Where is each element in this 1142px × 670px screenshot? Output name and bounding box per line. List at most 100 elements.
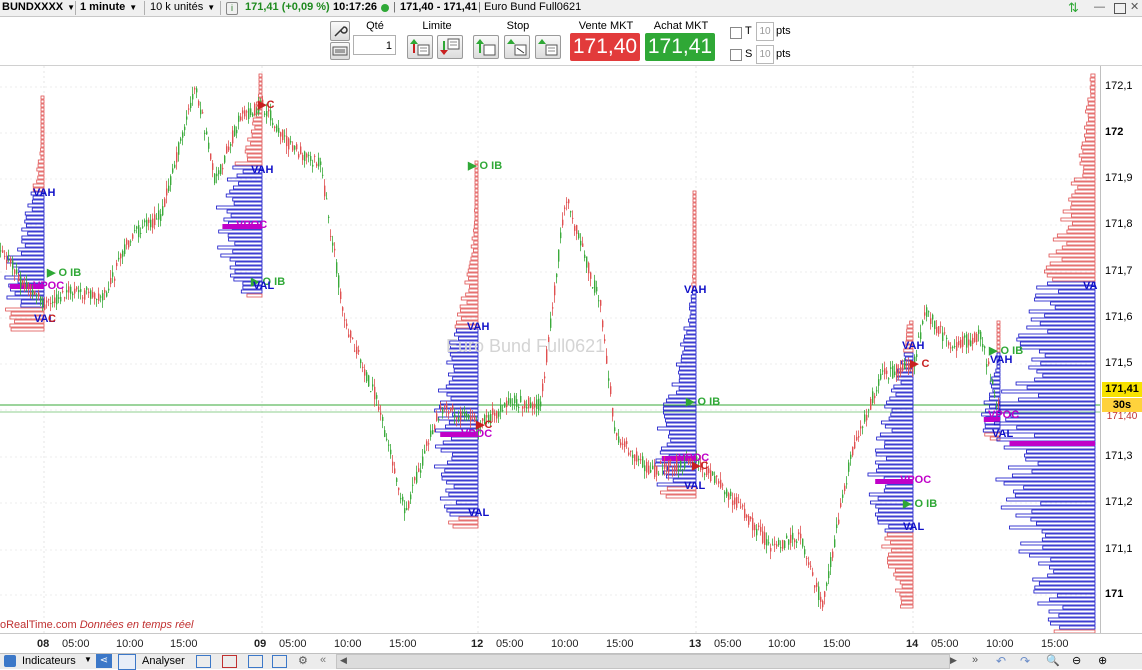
profile-bar xyxy=(438,388,479,393)
candle-body xyxy=(648,465,650,474)
maximize-icon[interactable] xyxy=(1114,3,1126,14)
chevron-down-icon[interactable]: ▼ xyxy=(84,655,92,664)
profile-bar xyxy=(875,460,914,465)
scroll-left-icon[interactable]: ◀ xyxy=(340,655,347,666)
instrument-selector[interactable]: BUNDXXXX ▼ xyxy=(2,0,75,16)
quantity-input[interactable]: 1 xyxy=(353,35,396,55)
target-input[interactable]: 10 xyxy=(756,22,774,41)
report-icon[interactable] xyxy=(222,655,237,668)
minimize-icon[interactable]: — xyxy=(1094,0,1105,16)
redo-icon[interactable]: ↷ xyxy=(1020,654,1030,668)
profile-bar xyxy=(474,172,479,177)
share-icon[interactable]: ⋖ xyxy=(96,654,112,668)
candle-body xyxy=(510,398,512,404)
profile-bar xyxy=(1050,621,1096,626)
x-tick-label: 15:00 xyxy=(170,638,198,650)
stop-buy-button[interactable] xyxy=(473,35,499,59)
candle-body xyxy=(776,544,778,547)
profile-bar xyxy=(469,260,479,265)
candle-body xyxy=(434,425,436,430)
table-icon[interactable] xyxy=(196,655,211,668)
candle-body xyxy=(100,296,102,298)
scroll-end-icon[interactable]: » xyxy=(972,654,978,666)
profile-bar xyxy=(893,572,914,577)
profile-bar xyxy=(665,422,697,427)
limit-buy-button[interactable] xyxy=(407,35,433,59)
profile-bar xyxy=(1034,433,1096,438)
profile-bar xyxy=(893,384,914,389)
zoom-reset-icon[interactable]: 🔍 xyxy=(1046,654,1060,667)
candle-body xyxy=(654,464,656,477)
window-icon[interactable] xyxy=(272,655,287,668)
stop-checkbox[interactable] xyxy=(730,49,742,61)
profile-bar xyxy=(1045,533,1096,538)
x-tick-label: 05:00 xyxy=(931,638,959,650)
candle-body xyxy=(180,138,182,141)
candle-body xyxy=(10,258,12,263)
price-chart[interactable]: Euro Bund Full0621 oRealTime.com Données… xyxy=(0,66,1100,633)
analyze-button[interactable]: Analyser xyxy=(142,655,185,667)
indicators-button[interactable]: Indicateurs xyxy=(22,655,76,667)
profile-bar xyxy=(1083,165,1096,170)
candle-body xyxy=(210,153,212,160)
candle-body xyxy=(998,401,1000,404)
candle-body xyxy=(186,116,188,120)
candle-body xyxy=(294,145,296,150)
candle-body xyxy=(538,398,540,411)
chart-icon[interactable] xyxy=(248,655,263,668)
price-axis[interactable]: 172,1172171,9171,8171,7171,6171,5171,417… xyxy=(1100,66,1142,633)
close-marker-label: ▶C xyxy=(476,418,492,431)
candle-body xyxy=(164,198,166,207)
info-icon[interactable]: i xyxy=(226,2,238,15)
profile-bar xyxy=(684,334,697,339)
target-checkbox[interactable] xyxy=(730,27,742,39)
profile-bar xyxy=(880,420,914,425)
stop-input[interactable]: 10 xyxy=(756,45,774,64)
zoom-in-icon[interactable]: ⊕ xyxy=(1098,654,1107,667)
limit-sell-button[interactable] xyxy=(437,35,463,59)
close-icon[interactable]: ✕ xyxy=(1130,0,1139,16)
profile-bar xyxy=(1085,137,1096,142)
vpoc-label: VPOC xyxy=(236,219,268,231)
candle-body xyxy=(656,465,658,475)
profile-bar xyxy=(661,446,697,451)
profile-bar xyxy=(1058,613,1096,618)
candle-body xyxy=(512,403,514,406)
sort-arrows-icon[interactable]: ⇅ xyxy=(1068,0,1079,16)
profile-bar xyxy=(1031,357,1096,362)
horizontal-scrollbar[interactable] xyxy=(336,654,950,669)
candle-body xyxy=(154,214,156,226)
candle-body xyxy=(364,369,366,376)
timeframe-selector[interactable]: 1 minute ▼ xyxy=(80,0,137,16)
zoom-out-icon[interactable]: ⊖ xyxy=(1072,654,1081,667)
stop-sell-button[interactable] xyxy=(504,35,530,59)
profile-bar xyxy=(445,488,479,493)
profile-bar xyxy=(229,257,263,262)
candle-body xyxy=(40,296,42,303)
profile-bar xyxy=(444,468,479,473)
profile-bar xyxy=(1011,473,1096,478)
undo-icon[interactable]: ↶ xyxy=(996,654,1006,668)
candle-body xyxy=(600,300,602,306)
tools-icon[interactable]: ⚙ xyxy=(298,654,308,667)
candle-body xyxy=(178,142,180,155)
candle-body xyxy=(6,259,8,263)
scroll-start-icon[interactable]: « xyxy=(320,654,326,666)
candle-body xyxy=(790,534,792,543)
units-selector[interactable]: 10 k unités ▼ xyxy=(150,0,215,16)
profile-bar xyxy=(1028,309,1096,314)
candle-body xyxy=(112,272,114,277)
time-axis[interactable]: 08 05:00 10:00 15:00 09 05:00 10:00 15:00 12 05:0… xyxy=(0,633,1142,654)
scroll-right-icon[interactable]: ▶ xyxy=(950,655,957,666)
wrench-icon[interactable] xyxy=(330,21,350,41)
buy-market-button[interactable]: 171,41 xyxy=(645,33,715,61)
stop-close-button[interactable] xyxy=(535,35,561,59)
profile-bar xyxy=(678,366,697,371)
candle-body xyxy=(126,239,128,245)
candle-body xyxy=(872,391,874,403)
candle-body xyxy=(298,154,300,158)
profile-bar xyxy=(1071,213,1096,218)
keyboard-icon[interactable] xyxy=(330,42,350,60)
sell-market-button[interactable]: 171,40 xyxy=(570,33,640,61)
profile-bar xyxy=(876,516,914,521)
